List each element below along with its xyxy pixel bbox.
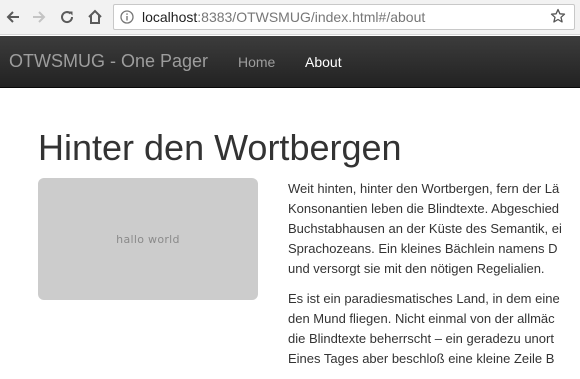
paragraph-2: Es ist ein paradiesmatisches Land, in de…	[288, 289, 580, 369]
paragraph-1: Weit hinten, hinter den Wortbergen, fern…	[288, 179, 580, 279]
back-arrow-icon	[6, 11, 19, 23]
site-navbar: OTWSMUG - One Pager Home About	[0, 36, 580, 88]
reload-icon	[61, 11, 74, 24]
nav-about-link[interactable]: About	[305, 54, 342, 70]
forward-button[interactable]	[28, 6, 50, 28]
text-line: Sprachozeans. Ein kleines Bächlein namen…	[288, 241, 558, 256]
placeholder-image-text: hallo world	[116, 232, 180, 246]
reload-button[interactable]	[56, 6, 78, 28]
bookmark-star-icon[interactable]	[550, 8, 566, 29]
address-bar[interactable]: localhost:8383/OTWSMUG/index.html#/about	[113, 4, 575, 30]
home-icon	[88, 9, 102, 24]
url-text: localhost:8383/OTWSMUG/index.html#/about	[142, 9, 426, 25]
back-button[interactable]	[2, 6, 24, 28]
text-line: Konsonantien leben die Blindtexte. Abges…	[288, 201, 560, 216]
text-line: Weit hinten, hinter den Wortbergen, fern…	[288, 181, 560, 196]
text-line: und versorgt sie mit den nötigen Regelia…	[288, 261, 545, 276]
page-title: Hinter den Wortbergen	[38, 127, 402, 168]
home-button[interactable]	[84, 6, 106, 28]
browser-toolbar: localhost:8383/OTWSMUG/index.html#/about	[0, 0, 580, 35]
text-line: Eines Tages aber beschloß eine kleine Ze…	[288, 351, 555, 366]
text-line: Buchstabhausen an der Küste des Semantik…	[288, 221, 562, 236]
text-line: Es ist ein paradiesmatisches Land, in de…	[288, 291, 560, 306]
nav-home-link[interactable]: Home	[238, 54, 275, 70]
body-text: Weit hinten, hinter den Wortbergen, fern…	[288, 179, 580, 379]
placeholder-image: hallo world	[38, 178, 258, 300]
forward-arrow-icon	[33, 11, 46, 23]
text-line: den Mund fliegen. Nicht einmal von der a…	[288, 311, 555, 326]
brand-link[interactable]: OTWSMUG - One Pager	[9, 51, 208, 72]
text-line: die Blindtexte beherrscht – ein geradezu…	[288, 331, 554, 346]
page-info-icon[interactable]	[120, 10, 134, 29]
